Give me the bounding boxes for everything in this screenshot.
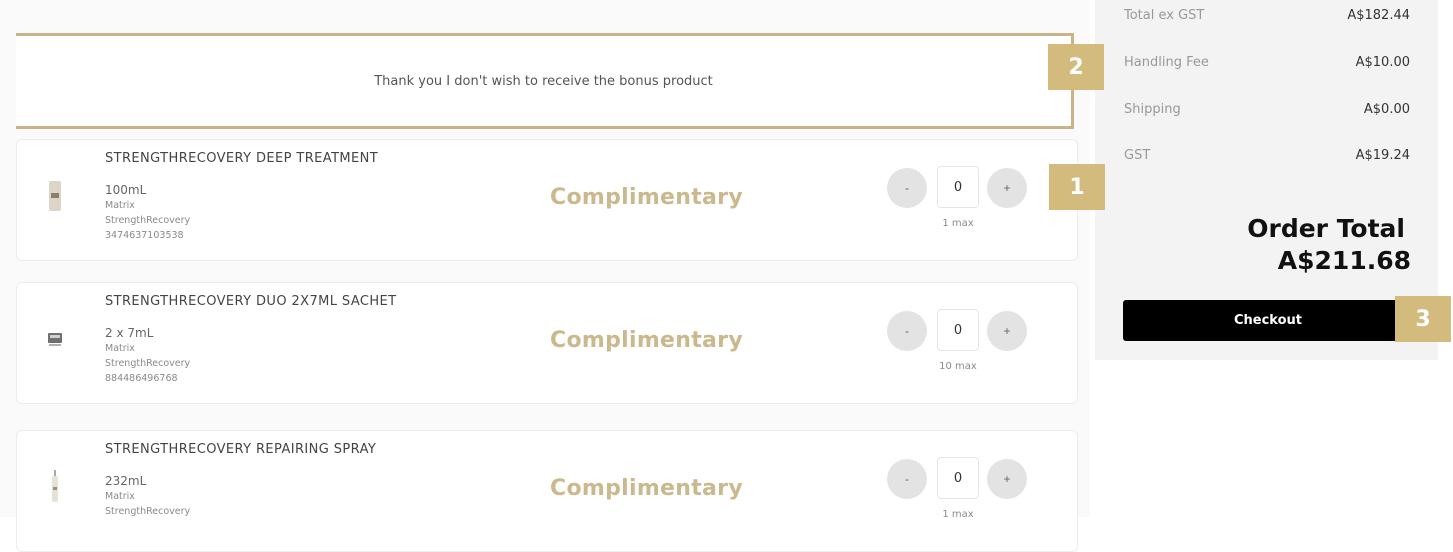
product-size: 2 x 7mL xyxy=(105,326,154,340)
quantity-stepper: - + xyxy=(887,457,1029,499)
max-quantity: 1 max xyxy=(942,218,974,229)
summary-label-gst: GST xyxy=(1124,148,1151,163)
product-card: STRENGTHRECOVERY DUO 2X7ML SACHET 2 x 7m… xyxy=(16,282,1078,404)
product-size: 100mL xyxy=(105,183,147,197)
bonus-products-panel: Thank you I don't wish to receive the bo… xyxy=(0,0,1090,552)
quantity-stepper: - + xyxy=(887,166,1029,208)
product-image xyxy=(43,469,67,505)
product-card: STRENGTHRECOVERY REPAIRING SPRAY 232mL M… xyxy=(16,430,1078,552)
max-quantity: 1 max xyxy=(942,509,974,520)
product-image xyxy=(43,321,67,357)
product-name: STRENGTHRECOVERY DEEP TREATMENT xyxy=(105,151,379,166)
product-name: STRENGTHRECOVERY DUO 2X7ML SACHET xyxy=(105,294,397,309)
product-brand: Matrix xyxy=(105,491,135,502)
max-quantity: 10 max xyxy=(939,361,977,372)
quantity-input[interactable] xyxy=(937,457,979,499)
checkout-button[interactable]: Checkout xyxy=(1123,300,1413,341)
product-line: StrengthRecovery xyxy=(105,215,191,226)
product-sku: 3474637103538 xyxy=(105,230,184,241)
product-sku: 884486496768 xyxy=(105,373,178,384)
summary-value-gst: A$19.24 xyxy=(1355,148,1410,163)
order-total-value: A$211.68 xyxy=(1277,246,1411,275)
step-marker-3: 3 xyxy=(1395,296,1451,342)
quantity-input[interactable] xyxy=(937,166,979,208)
decline-bonus-label: Thank you I don't wish to receive the bo… xyxy=(374,73,713,89)
increase-button[interactable]: + xyxy=(987,459,1027,499)
product-card: STRENGTHRECOVERY DEEP TREATMENT 100mL Ma… xyxy=(16,139,1078,261)
summary-value-shipping: A$0.00 xyxy=(1363,102,1410,117)
decrease-button[interactable]: - xyxy=(887,168,927,208)
decrease-button[interactable]: - xyxy=(887,311,927,351)
step-marker-1: 1 xyxy=(1049,164,1105,210)
product-price: Complimentary xyxy=(550,476,743,501)
product-line: StrengthRecovery xyxy=(105,358,191,369)
summary-label-handling-fee: Handling Fee xyxy=(1124,55,1209,70)
quantity-stepper: - + xyxy=(887,309,1029,351)
product-price: Complimentary xyxy=(550,328,743,353)
decline-bonus-button[interactable]: Thank you I don't wish to receive the bo… xyxy=(16,33,1074,129)
product-price: Complimentary xyxy=(550,185,743,210)
summary-label-shipping: Shipping xyxy=(1124,102,1181,117)
summary-value-total-ex-gst: A$182.44 xyxy=(1347,8,1410,23)
decrease-button[interactable]: - xyxy=(887,459,927,499)
summary-value-handling-fee: A$10.00 xyxy=(1355,55,1410,70)
product-image xyxy=(43,178,67,214)
product-brand: Matrix xyxy=(105,200,135,211)
increase-button[interactable]: + xyxy=(987,168,1027,208)
quantity-input[interactable] xyxy=(937,309,979,351)
order-total-label: Order Total xyxy=(1247,214,1405,243)
product-brand: Matrix xyxy=(105,343,135,354)
step-marker-2: 2 xyxy=(1048,44,1104,90)
product-line: StrengthRecovery xyxy=(105,506,191,517)
product-size: 232mL xyxy=(105,474,147,488)
summary-label-total-ex-gst: Total ex GST xyxy=(1124,8,1205,23)
increase-button[interactable]: + xyxy=(987,311,1027,351)
product-name: STRENGTHRECOVERY REPAIRING SPRAY xyxy=(105,442,377,457)
